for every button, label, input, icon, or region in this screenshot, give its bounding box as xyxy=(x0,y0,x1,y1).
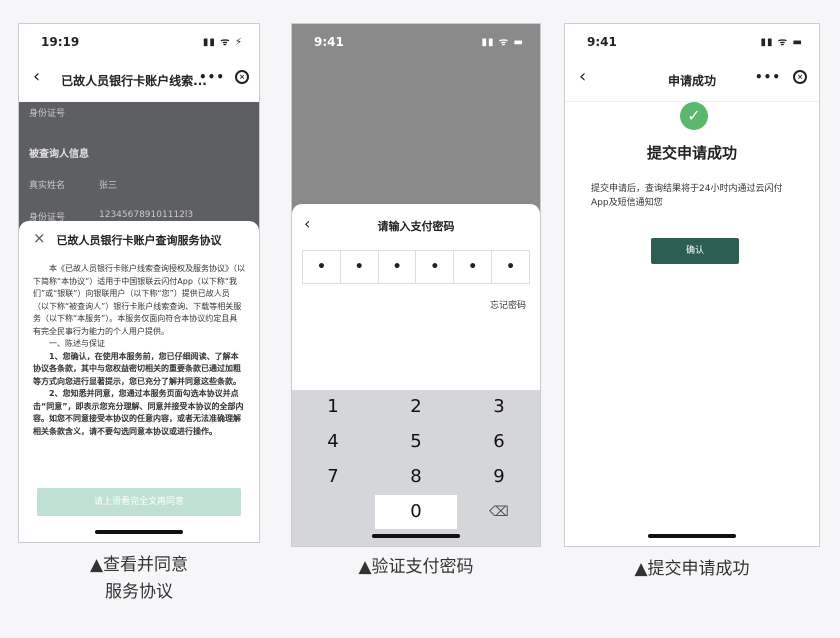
key-5[interactable]: 5 xyxy=(375,425,457,459)
status-time: 9:41 xyxy=(314,35,344,49)
more-icon[interactable]: ••• xyxy=(755,70,781,84)
numeric-keypad: 1 2 3 4 5 6 7 8 9 0 ⌫ xyxy=(292,390,540,546)
home-indicator xyxy=(648,534,736,538)
key-4[interactable]: 4 xyxy=(292,425,374,459)
caption-line: ▲验证支付密码 xyxy=(358,557,474,577)
nav-bar: ‹ 已故人员银行卡账户线索... ••• × xyxy=(19,58,259,102)
key-2[interactable]: 2 xyxy=(375,390,457,424)
caption-success: ▲提交申请成功 xyxy=(564,556,820,583)
sheet-title: 已故人员银行卡账户查询服务协议 xyxy=(56,234,222,247)
agreement-paragraph: 1、您确认，在使用本服务前，您已仔细阅读、了解本协议各条款，其中与您权益密切相关… xyxy=(33,351,241,386)
pin-digit: • xyxy=(379,251,417,283)
field-label: 身份证号 xyxy=(29,109,66,119)
pin-digit: • xyxy=(454,251,493,283)
status-bar: 9:41 ▮▮ ᯤ ▬ xyxy=(292,24,540,58)
status-bar: 19:19 ▮▮ ᯤ ⚡ xyxy=(19,24,259,58)
close-icon[interactable]: × xyxy=(235,70,249,84)
nav-bar: ‹ 申请成功 ••• × xyxy=(565,58,819,102)
field-value: 张三 xyxy=(99,181,118,191)
caption-password: ▲验证支付密码 xyxy=(291,554,541,581)
agreement-paragraph: 本《已故人员银行卡账户线索查询授权及服务协议》（以下简称“本协议”）适用于中国银… xyxy=(33,264,245,336)
key-9[interactable]: 9 xyxy=(458,460,540,494)
agreement-sheet: × 已故人员银行卡账户查询服务协议 本《已故人员银行卡账户线索查询授权及服务协议… xyxy=(19,221,259,542)
key-3[interactable]: 3 xyxy=(458,390,540,424)
sheet-header: × 已故人员银行卡账户查询服务协议 xyxy=(19,221,259,255)
pin-digit: • xyxy=(303,251,341,283)
caption-line: ▲查看并同意 xyxy=(89,555,189,575)
caption-agreement: ▲查看并同意 服务协议 xyxy=(18,552,260,606)
status-icons: ▮▮ ᯤ ▬ xyxy=(481,37,524,48)
close-icon[interactable]: × xyxy=(793,70,807,84)
agreement-text[interactable]: 本《已故人员银行卡账户线索查询授权及服务协议》（以下简称“本协议”）适用于中国银… xyxy=(33,263,245,473)
success-message: 提交申请后，查询结果将于24小时内通过云闪付App及短信通知您 xyxy=(591,184,783,208)
confirm-button[interactable]: 确认 xyxy=(651,238,739,264)
status-time: 9:41 xyxy=(587,35,617,49)
status-icons: ▮▮ ᯤ ▬ xyxy=(760,37,803,48)
password-input[interactable]: • • • • • • xyxy=(302,250,530,284)
status-bar: 9:41 ▮▮ ᯤ ▬ xyxy=(565,24,819,58)
key-7[interactable]: 7 xyxy=(292,460,374,494)
phone-screen-agreement: 19:19 ▮▮ ᯤ ⚡ ‹ 已故人员银行卡账户线索... ••• × 身份证号… xyxy=(18,23,260,543)
phone-screen-password: 9:41 ▮▮ ᯤ ▬ ‹ 请输入支付密码 • • • • • • 忘记密码 1… xyxy=(291,23,541,547)
home-indicator xyxy=(372,534,460,538)
key-6[interactable]: 6 xyxy=(458,425,540,459)
agreement-paragraph: 2、您知悉并同意，您通过本服务页面勾选本协议并点击“同意”，即表示您充分理解、同… xyxy=(33,389,244,436)
agree-button[interactable]: 请上滑看完全文再同意 xyxy=(37,488,241,516)
pin-digit: • xyxy=(416,251,455,283)
phone-screen-success: 9:41 ▮▮ ᯤ ▬ ‹ 申请成功 ••• × ✓ 提交申请成功 提交申请后，… xyxy=(564,23,820,547)
key-1[interactable]: 1 xyxy=(292,390,374,424)
field-label: 真实姓名 xyxy=(29,181,66,191)
forgot-password-link[interactable]: 忘记密码 xyxy=(490,298,526,311)
agreement-paragraph: 一、陈述与保证 xyxy=(49,339,105,348)
key-0[interactable]: 0 xyxy=(375,495,457,529)
password-sheet: ‹ 请输入支付密码 • • • • • • 忘记密码 1 2 3 4 5 6 7… xyxy=(292,204,540,546)
pin-digit: • xyxy=(341,251,379,283)
field-value: 123456789101112l3 xyxy=(99,210,194,220)
caption-line: 服务协议 xyxy=(105,582,173,602)
more-icon[interactable]: ••• xyxy=(199,70,225,84)
backspace-icon[interactable]: ⌫ xyxy=(458,495,540,529)
caption-line: ▲提交申请成功 xyxy=(634,559,750,579)
key-8[interactable]: 8 xyxy=(375,460,457,494)
status-icons: ▮▮ ᯤ ⚡ xyxy=(202,37,243,48)
pin-digit: • xyxy=(506,259,516,275)
sheet-title: 请输入支付密码 xyxy=(377,220,455,233)
sheet-header: ‹ 请输入支付密码 xyxy=(292,204,540,244)
check-icon: ✓ xyxy=(680,102,708,130)
home-indicator xyxy=(95,530,183,534)
success-title: 提交申请成功 xyxy=(646,144,737,162)
status-time: 19:19 xyxy=(41,35,80,49)
section-heading: 被查询人信息 xyxy=(29,149,89,160)
